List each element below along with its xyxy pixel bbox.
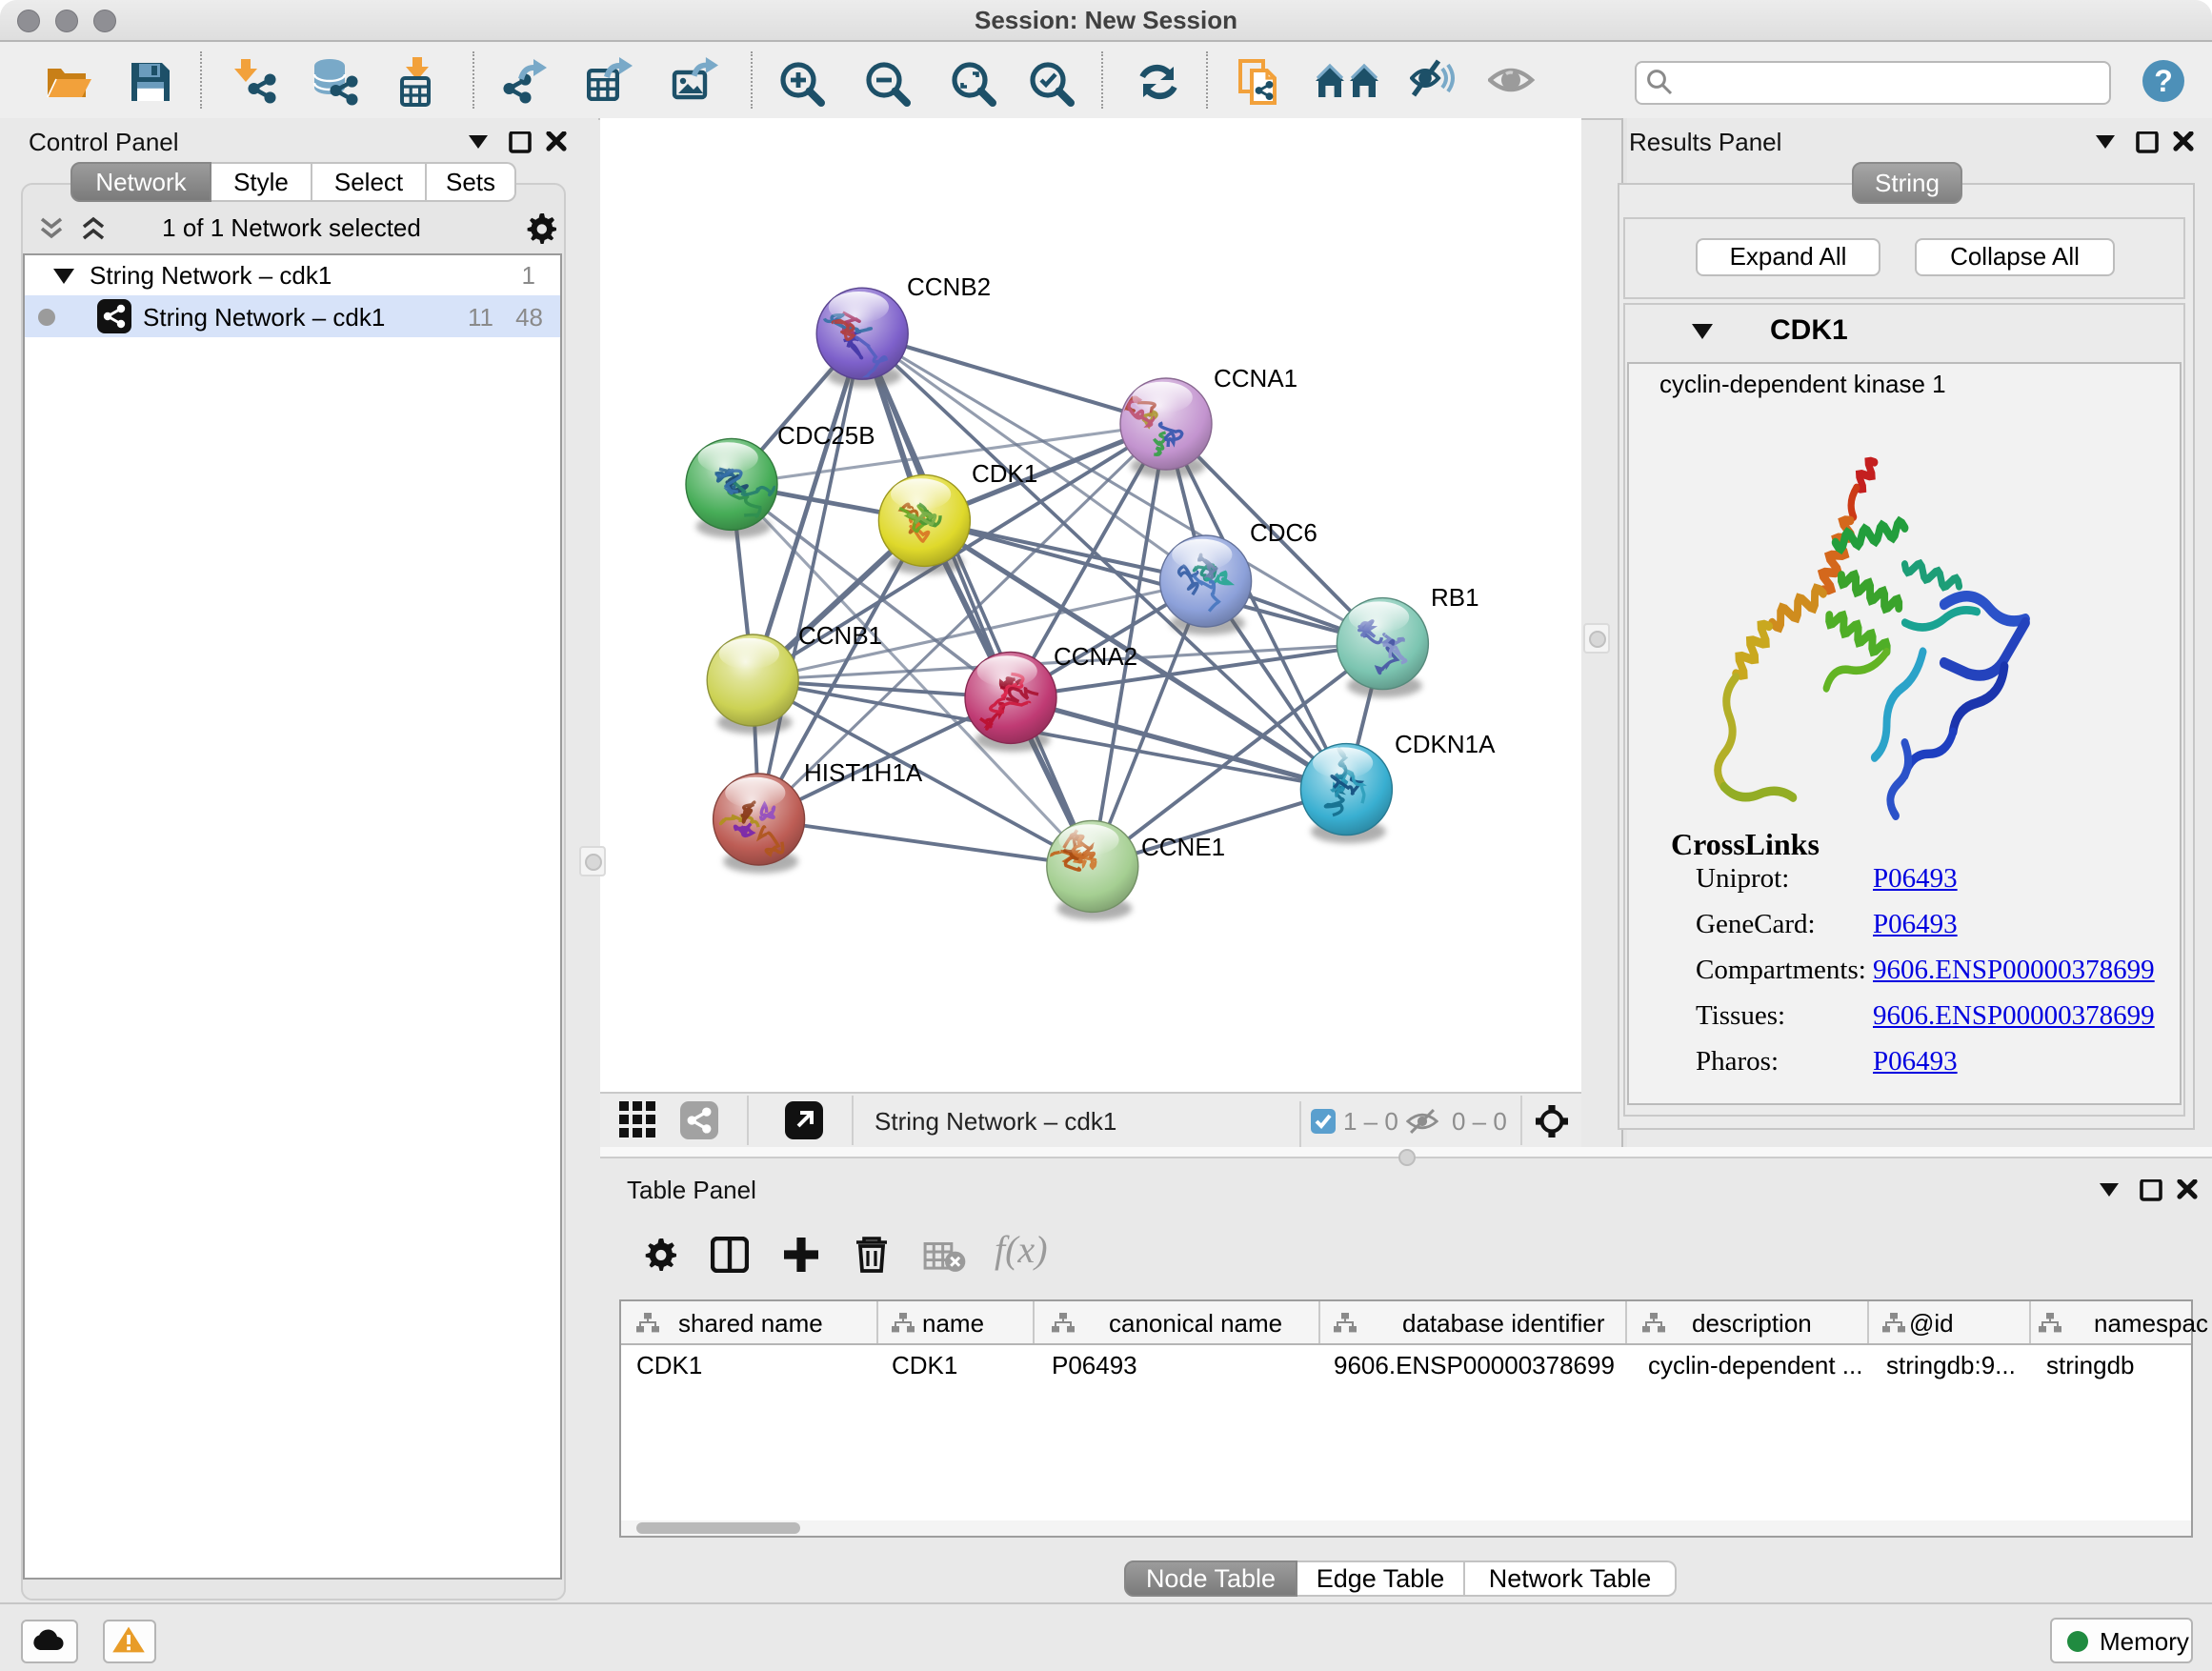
svg-text:CCNA1: CCNA1 [1214,364,1297,393]
svg-text:RB1: RB1 [1431,583,1479,612]
svg-text:?: ? [2154,64,2173,98]
svg-text:CDC6: CDC6 [1250,518,1317,547]
svg-text:CCNE1: CCNE1 [1141,833,1225,861]
svg-text:CCNA2: CCNA2 [1054,642,1137,671]
svg-text:CCNB1: CCNB1 [798,621,882,650]
svg-text:HIST1H1A: HIST1H1A [804,758,923,787]
svg-text:CDK1: CDK1 [972,459,1037,488]
svg-text:CDKN1A: CDKN1A [1395,730,1496,758]
svg-text:CCNB2: CCNB2 [907,272,991,301]
svg-text:CDC25B: CDC25B [777,421,875,450]
